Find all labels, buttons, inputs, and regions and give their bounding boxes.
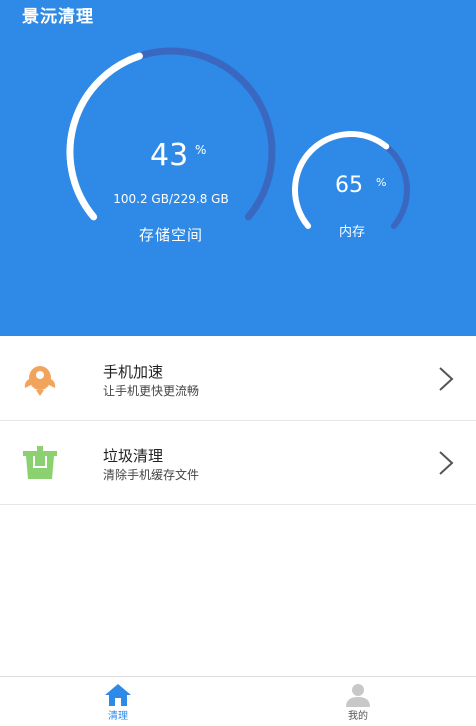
nav-label: 我的 [348,711,368,722]
menu-item-title: 手机加速 [103,363,164,381]
menu-item-speedup[interactable]: 手机加速 让手机更快更流畅 [0,337,476,421]
gauges [66,47,410,229]
menu-item-junk-clean[interactable]: 垃圾清理 清除手机缓存文件 [0,421,476,505]
menu-item-title: 垃圾清理 [103,447,164,465]
storage-used-total: 100.2 GB/229.8 GB [113,192,229,206]
chevron-right-icon [439,367,454,391]
rocket-icon [20,359,60,399]
home-icon [105,684,131,706]
storage-percent: 43 [150,138,189,173]
memory-percent: 65 [335,173,363,198]
nav-label: 清理 [108,711,128,722]
chevron-right-icon [439,451,454,475]
storage-label: 存储空间 [138,226,203,244]
bottom-nav: 清理 我的 [0,676,476,726]
nav-tab-mine[interactable]: 我的 [298,677,418,726]
memory-percent-sign: % [376,176,387,189]
screen: 景沅清理 43 % 100.2 GB/229.8 GB 存储空间 65 % 内存 [0,0,476,726]
user-icon [346,684,370,707]
menu-item-desc: 清除手机缓存文件 [103,468,200,482]
menu-item-desc: 让手机更快更流畅 [103,384,200,398]
storage-percent-sign: % [195,143,207,157]
memory-label: 内存 [338,225,365,240]
header-panel: 景沅清理 43 % 100.2 GB/229.8 GB 存储空间 65 % 内存 [0,0,476,336]
trash-icon [20,443,60,483]
nav-tab-clean[interactable]: 清理 [58,677,178,726]
